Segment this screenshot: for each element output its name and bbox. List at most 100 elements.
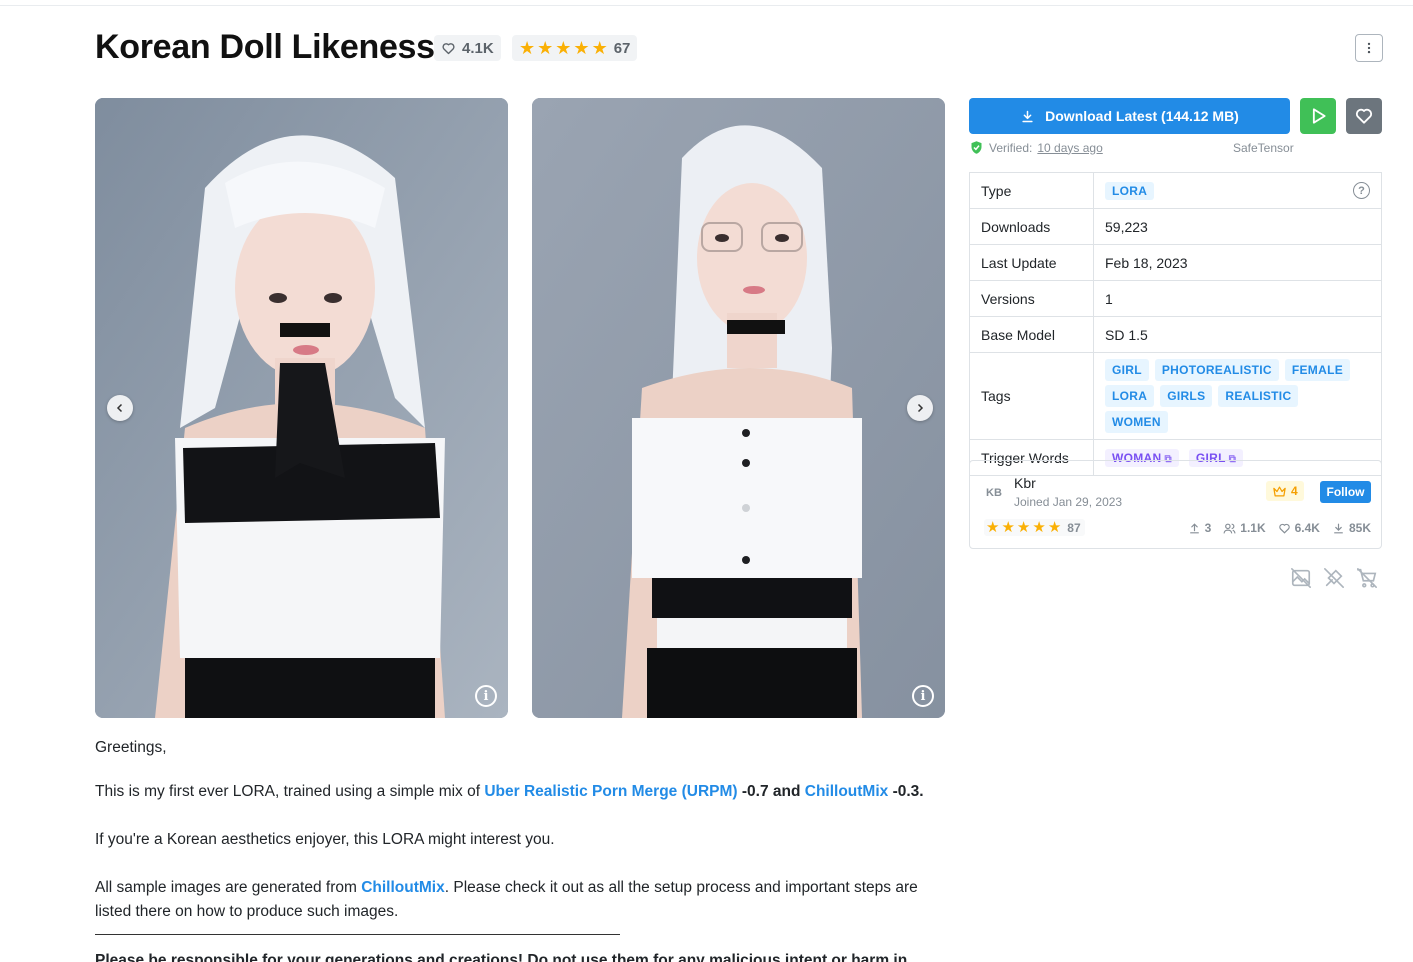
crown-icon [1273, 486, 1286, 496]
description-bold-text: -0.3. [888, 783, 924, 800]
followers-count: 1.1K [1240, 521, 1266, 535]
description-greeting: Greetings, [95, 739, 167, 756]
tag-badge[interactable]: PHOTOREALISTIC [1154, 359, 1279, 381]
uploads-stat: 3 [1188, 521, 1211, 535]
description-paragraph-3: All sample images are generated from Chi… [95, 876, 950, 924]
tag-badge[interactable]: WOMEN [1105, 411, 1168, 433]
no-generation-service-icon [1323, 567, 1345, 589]
details-row-base-model: Base Model SD 1.5 [969, 316, 1382, 353]
creator-name[interactable]: Kbr [1014, 475, 1036, 491]
star-icon: ★ [1016, 519, 1031, 536]
info-circle-icon: i [483, 688, 489, 704]
creator-rank-badge: 4 [1266, 481, 1304, 501]
followers-stat: 1.1K [1223, 521, 1266, 535]
verified-label: Verified: [989, 140, 1033, 155]
details-row-last-update: Last Update Feb 18, 2023 [969, 244, 1382, 281]
favorites-stat: 6.4K [1278, 521, 1320, 535]
creator-rating: ★ ★ ★ ★ ★ 87 [984, 519, 1085, 536]
model-details-table: Type LORA ? Downloads 59,223 Last Update… [969, 172, 1382, 476]
description-text: This is my first ever LORA, trained usin… [95, 783, 485, 800]
creator-stats: 3 1.1K 6.4K 85K [1188, 521, 1371, 535]
details-value: SD 1.5 [1105, 326, 1148, 343]
chilloutmix-link[interactable]: ChilloutMix [361, 879, 445, 896]
likes-count: 4.1K [462, 39, 494, 57]
urpm-link[interactable]: Uber Realistic Porn Merge (URPM) [484, 783, 737, 800]
avatar[interactable]: KB [982, 481, 1006, 505]
tag-badge[interactable]: FEMALE [1284, 359, 1351, 381]
star-icon: ★ [591, 38, 608, 58]
details-row-type: Type LORA ? [969, 172, 1382, 209]
likes-badge[interactable]: 4.1K [434, 35, 501, 61]
chevron-right-icon [917, 403, 924, 413]
description-warning: Please be responsible for your generatio… [95, 952, 908, 962]
details-value: LORA ? [1094, 173, 1382, 209]
tag-badge[interactable]: GIRLS [1160, 385, 1213, 407]
details-value: 59,223 [1105, 218, 1148, 235]
details-value: 1 [1105, 290, 1113, 307]
model-description: Greetings, This is my first ever LORA, t… [95, 736, 950, 962]
details-row-downloads: Downloads 59,223 [969, 208, 1382, 245]
details-value: Feb 18, 2023 [1105, 254, 1188, 271]
tag-badge[interactable]: REALISTIC [1218, 385, 1299, 407]
heart-icon [1355, 108, 1373, 124]
star-icon: ★ [1032, 519, 1046, 536]
run-model-button[interactable] [1300, 98, 1336, 134]
star-icon: ★ [1047, 519, 1062, 536]
gallery-image-2[interactable] [532, 98, 945, 718]
downloads-stat: 85K [1332, 521, 1371, 535]
help-icon[interactable]: ? [1353, 182, 1370, 199]
heart-icon [442, 42, 455, 54]
star-icon: ★ [555, 38, 572, 58]
star-icon: ★ [519, 38, 536, 58]
gallery-prev-button[interactable] [107, 395, 133, 421]
rating-badge[interactable]: ★ ★ ★ ★ ★ 67 [512, 35, 638, 61]
download-button[interactable]: Download Latest (144.12 MB) [969, 98, 1290, 134]
favorite-button[interactable] [1346, 98, 1382, 134]
download-icon [1334, 523, 1343, 533]
more-options-button[interactable] [1355, 34, 1383, 62]
creator-card: KB Kbr Joined Jan 29, 2023 4 Follow ★ ★ … [969, 460, 1382, 549]
image-1-info-button[interactable]: i [475, 685, 497, 707]
downloads-count: 85K [1348, 521, 1371, 535]
description-divider [95, 934, 620, 935]
creator-joined: Joined Jan 29, 2023 [1014, 495, 1123, 509]
rating-stars: ★ ★ ★ ★ ★ [519, 39, 608, 57]
description-paragraph-2: If you're a Korean aesthetics enjoyer, t… [95, 831, 555, 848]
heart-icon [1278, 523, 1290, 534]
details-key: Base Model [969, 316, 1094, 353]
top-divider [0, 5, 1413, 6]
details-value: GIRL PHOTOREALISTIC FEMALE LORA GIRLS REALIS… [1094, 353, 1382, 440]
portrait-illustration [532, 98, 945, 718]
no-sell-model-icon [1356, 567, 1378, 589]
gallery-image-1[interactable] [95, 98, 508, 718]
details-key: Type [969, 172, 1094, 209]
no-image-sell-icon [1290, 567, 1312, 589]
dots-vertical-icon [1367, 42, 1371, 54]
star-icon: ★ [1001, 519, 1015, 536]
details-key: Last Update [969, 244, 1094, 281]
shield-check-icon [971, 141, 982, 154]
chevron-left-icon [116, 403, 123, 413]
rank-value: 4 [1291, 484, 1298, 498]
page-title: Korean Doll Likeness [95, 28, 435, 66]
download-icon [1022, 110, 1033, 122]
star-icon: ★ [573, 38, 590, 58]
tag-badge[interactable]: LORA [1105, 385, 1155, 407]
image-2-info-button[interactable]: i [912, 685, 934, 707]
details-key: Downloads [969, 208, 1094, 245]
verified-status: Verified: 10 days ago [969, 140, 1103, 155]
follow-button[interactable]: Follow [1320, 481, 1371, 503]
type-badge: LORA [1105, 181, 1155, 200]
permission-icons [1290, 567, 1378, 589]
download-label: Download Latest (144.12 MB) [1045, 108, 1239, 124]
favorites-count: 6.4K [1294, 521, 1320, 535]
gallery-next-button[interactable] [907, 395, 933, 421]
details-row-versions: Versions 1 [969, 280, 1382, 317]
chilloutmix-link[interactable]: ChilloutMix [805, 783, 889, 800]
details-row-tags: Tags GIRL PHOTOREALISTIC FEMALE LORA GIRLS R… [969, 352, 1382, 440]
verified-date[interactable]: 10 days ago [1037, 141, 1102, 155]
star-icon: ★ [537, 38, 554, 58]
tag-badge[interactable]: GIRL [1105, 359, 1149, 381]
details-key: Tags [969, 352, 1094, 440]
play-icon [1312, 108, 1326, 124]
